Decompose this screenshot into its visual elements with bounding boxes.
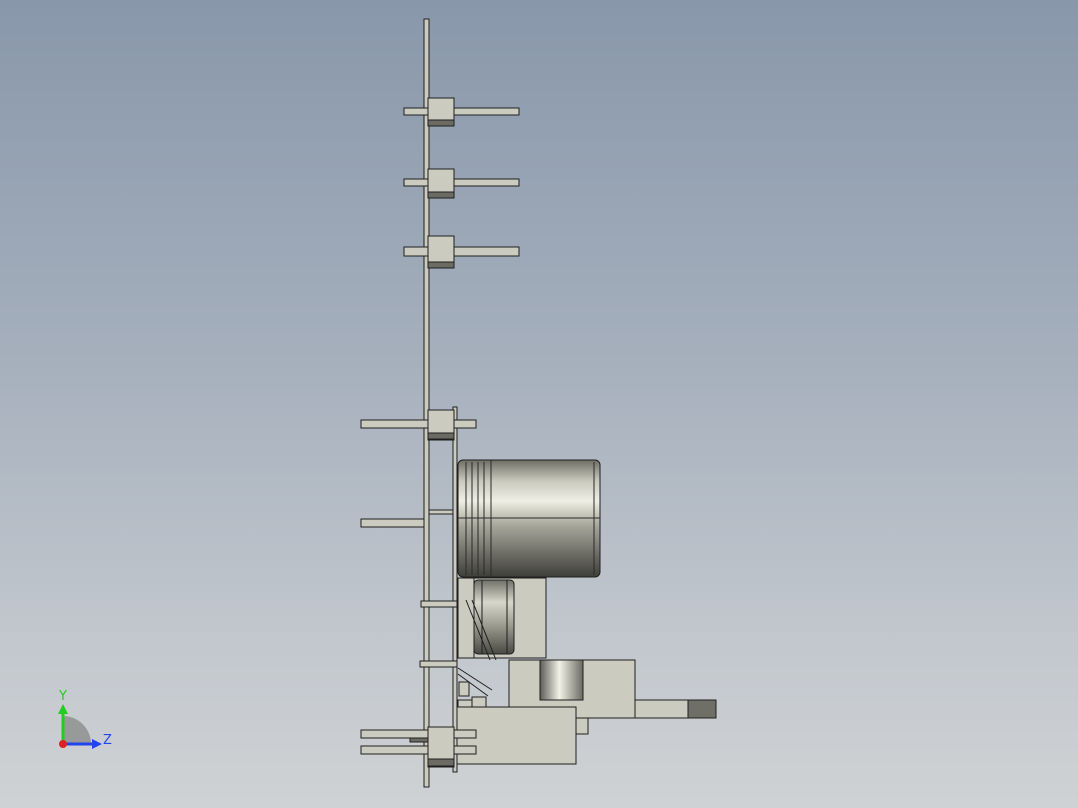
header-pin-3 (403, 235, 520, 269)
header-pin-2 (403, 168, 520, 199)
cad-viewport[interactable]: Y Z (0, 0, 1078, 808)
orientation-triad[interactable] (58, 704, 102, 749)
bottom-block (456, 706, 589, 765)
assembly-side-view: Y Z (58, 18, 717, 788)
large-capacitor (457, 459, 601, 578)
main-board (423, 18, 430, 788)
y-axis-label: Y (58, 689, 67, 704)
lead-pin-5 (360, 509, 454, 528)
header-pin-1 (403, 97, 520, 127)
smd-part-1 (458, 681, 470, 697)
smd-part-2 (471, 696, 487, 708)
header-pin-4 (360, 409, 477, 441)
triad-disc (63, 716, 91, 744)
z-axis-label: Z (103, 733, 112, 748)
secondary-board (452, 406, 458, 773)
